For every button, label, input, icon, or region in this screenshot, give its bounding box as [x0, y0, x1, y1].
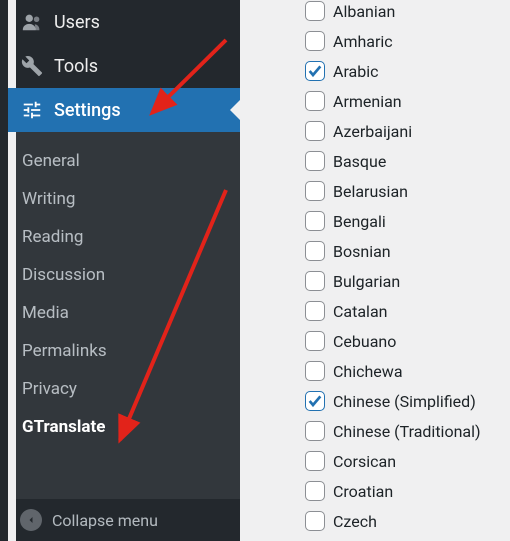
language-checkbox[interactable] — [305, 241, 325, 261]
language-label[interactable]: Croatian — [333, 482, 393, 501]
language-item: Chichewa — [305, 356, 481, 386]
language-checkbox[interactable] — [305, 511, 325, 531]
language-checkbox[interactable] — [305, 61, 325, 81]
language-checkbox[interactable] — [305, 91, 325, 111]
language-label[interactable]: Chinese (Traditional) — [333, 422, 481, 441]
language-checkbox[interactable] — [305, 121, 325, 141]
users-icon — [20, 10, 44, 34]
language-checkbox[interactable] — [305, 391, 325, 411]
submenu-media[interactable]: Media — [8, 294, 240, 332]
language-item: Corsican — [305, 446, 481, 476]
language-item: Arabic — [305, 56, 481, 86]
settings-submenu: General Writing Reading Discussion Media… — [8, 132, 240, 499]
language-checkbox[interactable] — [305, 181, 325, 201]
language-item: Bengali — [305, 206, 481, 236]
language-item: Bosnian — [305, 236, 481, 266]
language-item: Croatian — [305, 476, 481, 506]
language-label[interactable]: Bosnian — [333, 242, 391, 261]
language-label[interactable]: Cebuano — [333, 332, 396, 351]
menu-label: Tools — [54, 56, 98, 77]
submenu-general[interactable]: General — [8, 142, 240, 180]
language-checkbox[interactable] — [305, 151, 325, 171]
language-label[interactable]: Azerbaijani — [333, 122, 412, 141]
submenu-reading[interactable]: Reading — [8, 218, 240, 256]
collapse-icon — [20, 509, 42, 531]
language-checkbox[interactable] — [305, 271, 325, 291]
language-item: Armenian — [305, 86, 481, 116]
language-label[interactable]: Arabic — [333, 62, 379, 81]
language-label[interactable]: Amharic — [333, 32, 393, 51]
language-item: Catalan — [305, 296, 481, 326]
language-checkbox[interactable] — [305, 301, 325, 321]
language-checkbox[interactable] — [305, 361, 325, 381]
language-checkbox[interactable] — [305, 31, 325, 51]
language-label[interactable]: Bengali — [333, 212, 386, 231]
language-item: Chinese (Traditional) — [305, 416, 481, 446]
language-item: Azerbaijani — [305, 116, 481, 146]
sliders-icon — [20, 98, 44, 122]
language-label[interactable]: Czech — [333, 512, 377, 531]
language-label[interactable]: Bulgarian — [333, 272, 400, 291]
language-checkbox[interactable] — [305, 481, 325, 501]
collapse-menu[interactable]: Collapse menu — [8, 499, 240, 541]
language-item: Chinese (Simplified) — [305, 386, 481, 416]
language-checkbox[interactable] — [305, 211, 325, 231]
admin-sidebar: Users Tools Settings General Writing Rea… — [0, 0, 240, 541]
submenu-writing[interactable]: Writing — [8, 180, 240, 218]
language-item: Bulgarian — [305, 266, 481, 296]
language-checkbox[interactable] — [305, 331, 325, 351]
submenu-permalinks[interactable]: Permalinks — [8, 332, 240, 370]
language-item: Albanian — [305, 0, 481, 26]
language-label[interactable]: Chichewa — [333, 362, 403, 381]
submenu-privacy[interactable]: Privacy — [8, 370, 240, 408]
language-checkbox[interactable] — [305, 451, 325, 471]
language-label[interactable]: Chinese (Simplified) — [333, 392, 476, 411]
collapse-label: Collapse menu — [52, 511, 158, 530]
language-label[interactable]: Armenian — [333, 92, 402, 111]
wrench-icon — [20, 54, 44, 78]
language-label[interactable]: Albanian — [333, 2, 395, 21]
language-item: Belarusian — [305, 176, 481, 206]
language-label[interactable]: Corsican — [333, 452, 396, 471]
language-checkbox[interactable] — [305, 421, 325, 441]
submenu-gtranslate[interactable]: GTranslate — [8, 408, 240, 446]
submenu-discussion[interactable]: Discussion — [8, 256, 240, 294]
menu-label: Users — [54, 12, 100, 33]
language-checkbox[interactable] — [305, 1, 325, 21]
menu-tools[interactable]: Tools — [8, 44, 240, 88]
language-label[interactable]: Belarusian — [333, 182, 408, 201]
language-item: Cebuano — [305, 326, 481, 356]
menu-label: Settings — [54, 100, 121, 121]
menu-users[interactable]: Users — [8, 0, 240, 44]
language-item: Basque — [305, 146, 481, 176]
language-list: Albanian Amharic Arabic Armenian Azerbaijani… — [305, 0, 481, 536]
language-item: Amharic — [305, 26, 481, 56]
language-label[interactable]: Basque — [333, 152, 386, 171]
language-label[interactable]: Catalan — [333, 302, 387, 321]
menu-settings[interactable]: Settings — [8, 88, 240, 132]
content-area: Albanian Amharic Arabic Armenian Azerbaijani… — [240, 0, 510, 541]
left-strip — [8, 0, 16, 541]
language-item: Czech — [305, 506, 481, 536]
